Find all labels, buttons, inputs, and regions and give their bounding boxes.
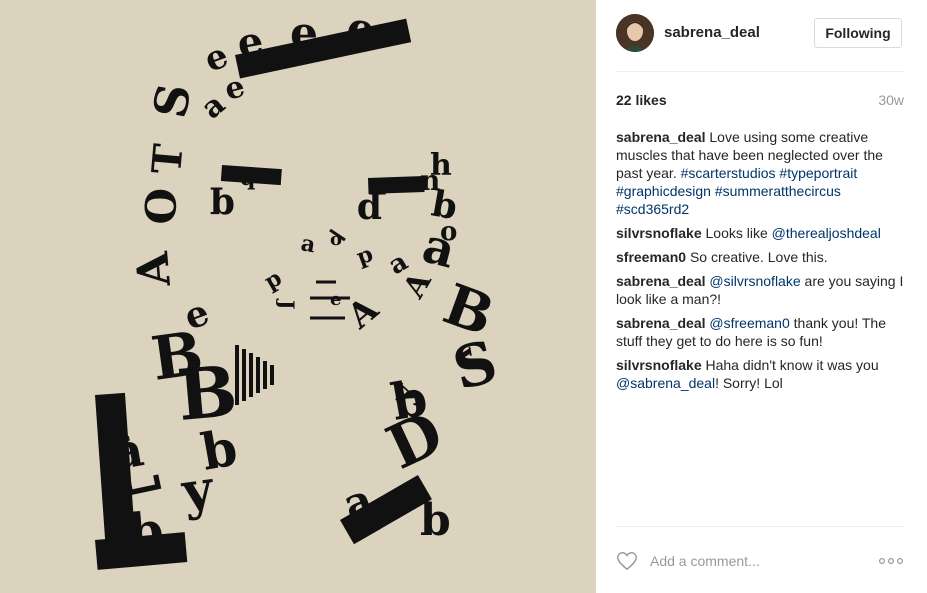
avatar[interactable] bbox=[616, 14, 654, 52]
comment-author[interactable]: sabrena_deal bbox=[616, 129, 706, 145]
artwork-stroke bbox=[263, 361, 267, 389]
comment-input[interactable] bbox=[650, 550, 850, 572]
comment-author[interactable]: silvrsnoflake bbox=[616, 225, 702, 241]
comment-text: Looks like bbox=[705, 225, 772, 241]
hashtag-link[interactable]: #scd365rd2 bbox=[616, 201, 689, 217]
artwork-glyph: a bbox=[299, 230, 318, 258]
heart-icon[interactable] bbox=[616, 550, 638, 572]
comment-author[interactable]: sfreeman0 bbox=[616, 249, 686, 265]
hashtag-link[interactable]: #typeportrait bbox=[779, 165, 857, 181]
comment-author[interactable]: sabrena_deal bbox=[616, 273, 706, 289]
post-stats: 22 likes 30w bbox=[616, 92, 904, 110]
header-divider bbox=[616, 71, 904, 72]
artwork-glyph: p bbox=[260, 265, 286, 295]
comment: silvrsnoflake Looks like @therealjoshdea… bbox=[616, 224, 906, 242]
artwork-glyph: A bbox=[339, 289, 386, 338]
post-age[interactable]: 30w bbox=[878, 92, 904, 108]
artwork-glyph: p bbox=[353, 241, 376, 271]
username[interactable]: sabrena_deal bbox=[664, 24, 760, 41]
comment: sabrena_deal @sfreeman0 thank you! The s… bbox=[616, 314, 906, 350]
artwork-stroke bbox=[368, 176, 425, 194]
artwork-glyph: o bbox=[440, 217, 457, 247]
comment-text: So creative. Love this. bbox=[689, 249, 828, 265]
artwork-glyph: q bbox=[210, 186, 235, 228]
artwork-stroke bbox=[249, 353, 253, 397]
post-side-panel: sabrena_deal Following 22 likes 30w sabr… bbox=[596, 0, 927, 593]
comment: sfreeman0 So creative. Love this. bbox=[616, 248, 906, 266]
comment: sabrena_deal Love using some creative mu… bbox=[616, 128, 906, 218]
add-comment-row bbox=[616, 546, 906, 576]
following-button[interactable]: Following bbox=[814, 18, 902, 48]
comment-text: ! Sorry! Lol bbox=[715, 375, 783, 391]
hashtag-link[interactable]: #graphicdesign bbox=[616, 183, 711, 199]
hashtag-link[interactable]: #summeratthecircus bbox=[715, 183, 841, 199]
artwork-glyph: A bbox=[127, 249, 181, 289]
artwork-glyph: T bbox=[143, 142, 192, 176]
artwork-stroke bbox=[235, 345, 239, 405]
post-image[interactable]: eeeeSTOAeBLBabybehaBSDbbavbAAyqpqpJepoap… bbox=[0, 0, 596, 593]
likes-count[interactable]: 22 likes bbox=[616, 92, 667, 108]
comment-divider bbox=[616, 526, 904, 527]
artwork-glyph: O bbox=[136, 187, 186, 225]
comment: silvrsnoflake Haha didn't know it was yo… bbox=[616, 356, 906, 392]
more-options-icon[interactable] bbox=[878, 550, 904, 572]
comment-text: Haha didn't know it was you bbox=[705, 357, 879, 373]
artwork-glyph: p bbox=[357, 191, 382, 233]
artwork-stroke bbox=[256, 357, 260, 393]
instagram-post: eeeeSTOAeBLBabybehaBSDbbavbAAyqpqpJepoap… bbox=[0, 0, 927, 593]
artwork-glyph: J bbox=[275, 298, 299, 309]
typographic-portrait: eeeeSTOAeBLBabybehaBSDbbavbAAyqpqpJepoap… bbox=[92, 2, 504, 570]
artwork-stroke bbox=[220, 164, 282, 186]
comment: sabrena_deal @silvrsnoflake are you sayi… bbox=[616, 272, 906, 308]
mention-link[interactable]: @therealjoshdeal bbox=[772, 225, 881, 241]
mention-link[interactable]: @silvrsnoflake bbox=[709, 273, 800, 289]
artwork-stroke bbox=[270, 365, 274, 385]
mention-link[interactable]: @sabrena_deal bbox=[616, 375, 715, 391]
artwork-glyph: S bbox=[143, 80, 202, 122]
hashtag-link[interactable]: #scarterstudios bbox=[681, 165, 776, 181]
post-header: sabrena_deal Following bbox=[616, 14, 906, 54]
comment-author[interactable]: silvrsnoflake bbox=[616, 357, 702, 373]
comment-author[interactable]: sabrena_deal bbox=[616, 315, 706, 331]
artwork-stroke bbox=[242, 349, 246, 401]
comment-list: sabrena_deal Love using some creative mu… bbox=[616, 128, 906, 398]
mention-link[interactable]: @sfreeman0 bbox=[709, 315, 789, 331]
